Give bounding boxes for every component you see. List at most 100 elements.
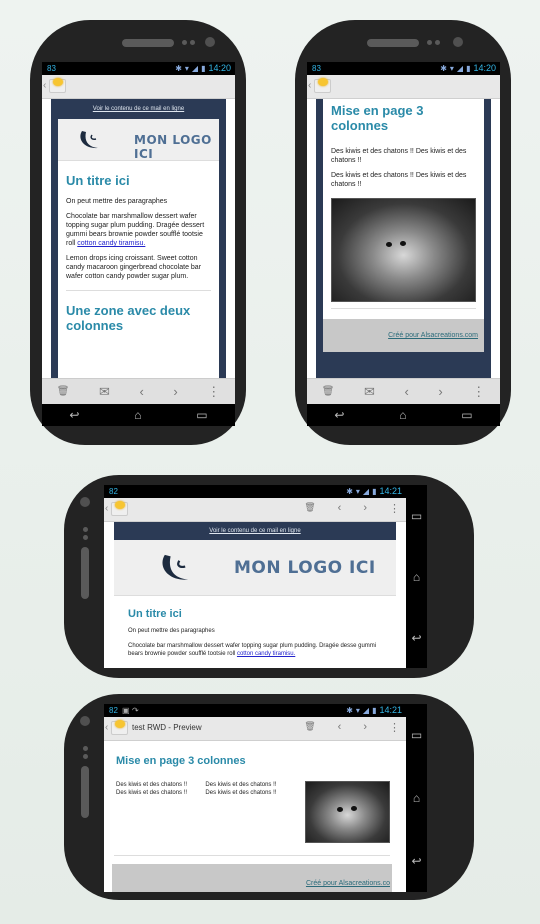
kitten-image	[331, 198, 476, 302]
nav-bar: ↩ ⌂ ▭	[307, 404, 500, 426]
mail-content[interactable]: Mise en page 3 colonnes Des kiwis et des…	[307, 99, 500, 404]
speaker-grille	[122, 39, 174, 47]
trash-icon[interactable]: 🗑	[304, 721, 315, 734]
status-bar: 83 ✱ ▾ ◢ ▮ 14:20	[307, 62, 500, 75]
sensor-dot	[435, 40, 440, 45]
action-bar-title: test RWD - Preview	[132, 723, 202, 732]
nav-recent-icon[interactable]: ▭	[461, 408, 472, 422]
cotton-candy-link[interactable]: cotton candy tiramisu.	[237, 651, 295, 657]
up-button[interactable]: ‹	[308, 80, 311, 91]
mail-content[interactable]: Mise en page 3 colonnes Des kiwis et des…	[104, 741, 406, 892]
footer-link[interactable]: Créé pour Alsacreations.co	[112, 864, 392, 892]
up-button[interactable]: ‹	[43, 80, 46, 91]
nav-bar: ▭ ⌂ ↩	[406, 485, 427, 668]
email-app-icon[interactable]	[49, 78, 66, 93]
previous-icon[interactable]: ‹	[404, 384, 408, 399]
phone-landscape-2: 82 ▣ ↷ ✱ ▾ ◢ ▮ 14:21 ‹ test RWD - Previe…	[64, 694, 474, 900]
mail-icon[interactable]: ✉	[99, 384, 110, 400]
status-bar: 83 ✱ ▾ ◢ ▮ 14:20	[42, 62, 235, 75]
previous-icon[interactable]: ‹	[338, 721, 342, 734]
logo-header: MON LOGO ICI	[58, 119, 219, 161]
nav-recent-icon[interactable]: ▭	[196, 408, 207, 422]
battery-icon: ▮	[372, 706, 377, 715]
up-button[interactable]: ‹	[105, 722, 108, 733]
speaker-grille	[81, 766, 89, 818]
nav-back-icon[interactable]: ↩	[69, 408, 79, 422]
battery-icon: ▮	[201, 64, 206, 73]
email-app-icon[interactable]	[111, 501, 128, 516]
trash-icon[interactable]: 🗑	[57, 386, 70, 397]
paragraph: Chocolate bar marshmallow dessert wafer …	[58, 209, 219, 251]
nav-recent-icon[interactable]: ▭	[411, 509, 422, 523]
logo-text: MON LOGO ICI	[134, 133, 212, 161]
sensor-dot	[83, 754, 88, 759]
paragraph: Des kiwis et des chatons !! Des kiwis et…	[331, 148, 467, 164]
speaker-grille	[81, 547, 89, 599]
screen: 83 ✱ ▾ ◢ ▮ 14:20 ‹ Mise en page 3 colonn…	[307, 62, 500, 404]
paragraph: On peut mettre des paragraphes	[128, 628, 215, 634]
email-app-icon[interactable]	[314, 78, 331, 93]
nav-home-icon[interactable]: ⌂	[413, 570, 420, 584]
image-notification-icon: ▣	[122, 706, 130, 715]
trash-icon[interactable]: 🗑	[322, 386, 335, 397]
kitten-image	[304, 781, 390, 843]
view-online-link[interactable]: Voir le contenu de ce mail en ligne	[114, 522, 396, 540]
vibrate-icon: ✱	[175, 64, 182, 73]
phone-portrait-1: 83 ✱ ▾ ◢ ▮ 14:20 ‹ Voir le contenu de ce…	[30, 20, 246, 445]
previous-icon[interactable]: ‹	[338, 502, 342, 515]
speaker-grille	[367, 39, 419, 47]
three-column-layout: Des kiwis et des chatons !! Des kiwis et…	[108, 781, 396, 843]
overflow-menu-icon[interactable]: ⋮	[389, 502, 400, 515]
sensor-dot	[83, 746, 88, 751]
logo-mark-icon	[162, 554, 189, 580]
email-app-icon[interactable]	[111, 720, 128, 735]
battery-icon: ▮	[372, 487, 377, 496]
overflow-menu-icon[interactable]: ⋮	[207, 384, 220, 400]
bottom-action-bar: 🗑 ✉ ‹ › ⋮	[307, 378, 500, 404]
sensor-dot	[83, 535, 88, 540]
nav-recent-icon[interactable]: ▭	[411, 728, 422, 742]
cotton-candy-link[interactable]: cotton candy tiramisu.	[77, 240, 145, 247]
overflow-menu-icon[interactable]: ⋮	[389, 721, 400, 734]
next-icon[interactable]: ›	[363, 721, 367, 734]
sensor-dot	[182, 40, 187, 45]
overflow-menu-icon[interactable]: ⋮	[472, 384, 485, 400]
clock: 14:20	[473, 63, 496, 73]
divider	[331, 308, 476, 309]
signal-icon: ◢	[456, 64, 464, 73]
notification-count: 83	[312, 64, 321, 73]
mail-frame: Mise en page 3 colonnes Des kiwis et des…	[316, 99, 491, 404]
previous-icon[interactable]: ‹	[139, 384, 143, 399]
nav-home-icon[interactable]: ⌂	[399, 408, 406, 422]
nav-bar: ▭ ⌂ ↩	[406, 704, 427, 892]
status-bar: 82 ▣ ↷ ✱ ▾ ◢ ▮ 14:21	[104, 704, 406, 717]
up-button[interactable]: ‹	[105, 503, 108, 514]
nav-back-icon[interactable]: ↩	[334, 408, 344, 422]
mail-heading: Un titre ici	[66, 173, 130, 188]
trash-icon[interactable]: 🗑	[304, 502, 315, 515]
column-1: Des kiwis et des chatons !! Des kiwis et…	[116, 782, 188, 796]
divider	[66, 290, 211, 291]
view-online-link[interactable]: Voir le contenu de ce mail en ligne	[51, 99, 226, 119]
nav-back-icon[interactable]: ↩	[411, 854, 421, 868]
mail-icon[interactable]: ✉	[364, 384, 375, 400]
action-bar: ‹ test RWD - Preview 🗑 ‹ › ⋮	[104, 717, 406, 741]
mail-content[interactable]: Voir le contenu de ce mail en ligne MON …	[104, 522, 406, 668]
notification-count: 82	[109, 706, 118, 715]
paragraph: Des kiwis et des chatons !! Des kiwis et…	[331, 172, 467, 188]
next-icon[interactable]: ›	[363, 502, 367, 515]
mail-heading: Mise en page 3 colonnes	[331, 103, 424, 133]
footer-link[interactable]: Créé pour Alsacreations.com	[323, 319, 484, 352]
nav-home-icon[interactable]: ⌂	[413, 791, 420, 805]
wifi-icon: ▾	[355, 487, 360, 496]
next-icon[interactable]: ›	[173, 384, 177, 399]
next-icon[interactable]: ›	[438, 384, 442, 399]
nav-back-icon[interactable]: ↩	[411, 631, 421, 645]
signal-icon: ◢	[362, 706, 370, 715]
wifi-icon: ▾	[449, 64, 454, 73]
front-camera	[453, 37, 463, 47]
nav-home-icon[interactable]: ⌂	[134, 408, 141, 422]
front-camera	[80, 497, 90, 507]
wifi-icon: ▾	[184, 64, 189, 73]
mail-content[interactable]: Voir le contenu de ce mail en ligne MON …	[42, 99, 235, 404]
